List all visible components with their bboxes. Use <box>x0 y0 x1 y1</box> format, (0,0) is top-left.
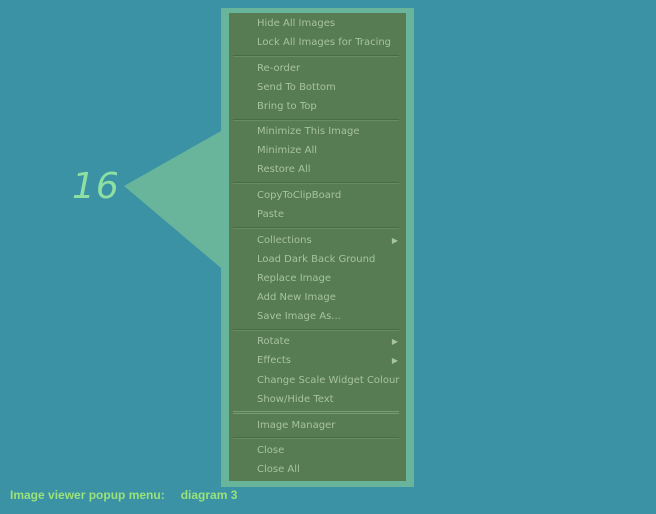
menu-item-re-order[interactable]: Re-order <box>229 59 406 78</box>
menu-separator <box>233 119 399 121</box>
menu-separator <box>233 227 399 229</box>
menu-item-hide-all-images[interactable]: Hide All Images <box>229 14 406 33</box>
menu-item-restore-all[interactable]: Restore All <box>229 160 406 179</box>
menu-separator <box>233 411 399 414</box>
menu-item-close[interactable]: Close <box>229 441 406 460</box>
menu-separator <box>233 55 399 57</box>
menu-item-show-hide-text[interactable]: Show/Hide Text <box>229 390 406 409</box>
menu-separator <box>233 182 399 184</box>
menu-item-send-to-bottom[interactable]: Send To Bottom <box>229 78 406 97</box>
caption-label: Image viewer popup menu: <box>10 488 165 502</box>
menu-item-label: Collections <box>257 235 312 246</box>
menu-item-copy-to-clipboard[interactable]: CopyToClipBoard <box>229 186 406 205</box>
figure-caption: Image viewer popup menu: diagram 3 <box>10 488 237 502</box>
menu-item-close-all[interactable]: Close All <box>229 460 406 479</box>
menu-item-bring-to-top[interactable]: Bring to Top <box>229 97 406 116</box>
callout-number: 16 <box>72 166 120 207</box>
menu-item-paste[interactable]: Paste <box>229 205 406 224</box>
menu-item-effects[interactable]: Effects ▶ <box>229 351 406 370</box>
submenu-arrow-icon: ▶ <box>391 337 398 346</box>
submenu-arrow-icon: ▶ <box>391 356 398 365</box>
menu-item-load-dark-back-ground[interactable]: Load Dark Back Ground <box>229 250 406 269</box>
menu-item-minimize-this-image[interactable]: Minimize This Image <box>229 122 406 141</box>
menu-item-replace-image[interactable]: Replace Image <box>229 269 406 288</box>
image-viewer-popup-menu: Hide All Images Lock All Images for Trac… <box>229 13 406 481</box>
menu-item-label: Effects <box>257 355 291 366</box>
menu-item-add-new-image[interactable]: Add New Image <box>229 288 406 307</box>
submenu-arrow-icon: ▶ <box>391 236 398 245</box>
menu-item-collections[interactable]: Collections ▶ <box>229 231 406 250</box>
menu-separator <box>233 437 399 439</box>
menu-item-label: Rotate <box>257 336 290 347</box>
menu-item-rotate[interactable]: Rotate ▶ <box>229 332 406 351</box>
menu-item-change-scale-widget-colour[interactable]: Change Scale Widget Colour <box>229 371 406 390</box>
menu-item-save-image-as[interactable]: Save Image As... <box>229 307 406 326</box>
caption-diagram: diagram 3 <box>180 488 238 502</box>
menu-item-minimize-all[interactable]: Minimize All <box>229 141 406 160</box>
menu-item-lock-all-images-for-tracing[interactable]: Lock All Images for Tracing <box>229 33 406 52</box>
menu-separator <box>233 329 399 331</box>
menu-item-image-manager[interactable]: Image Manager <box>229 416 406 435</box>
